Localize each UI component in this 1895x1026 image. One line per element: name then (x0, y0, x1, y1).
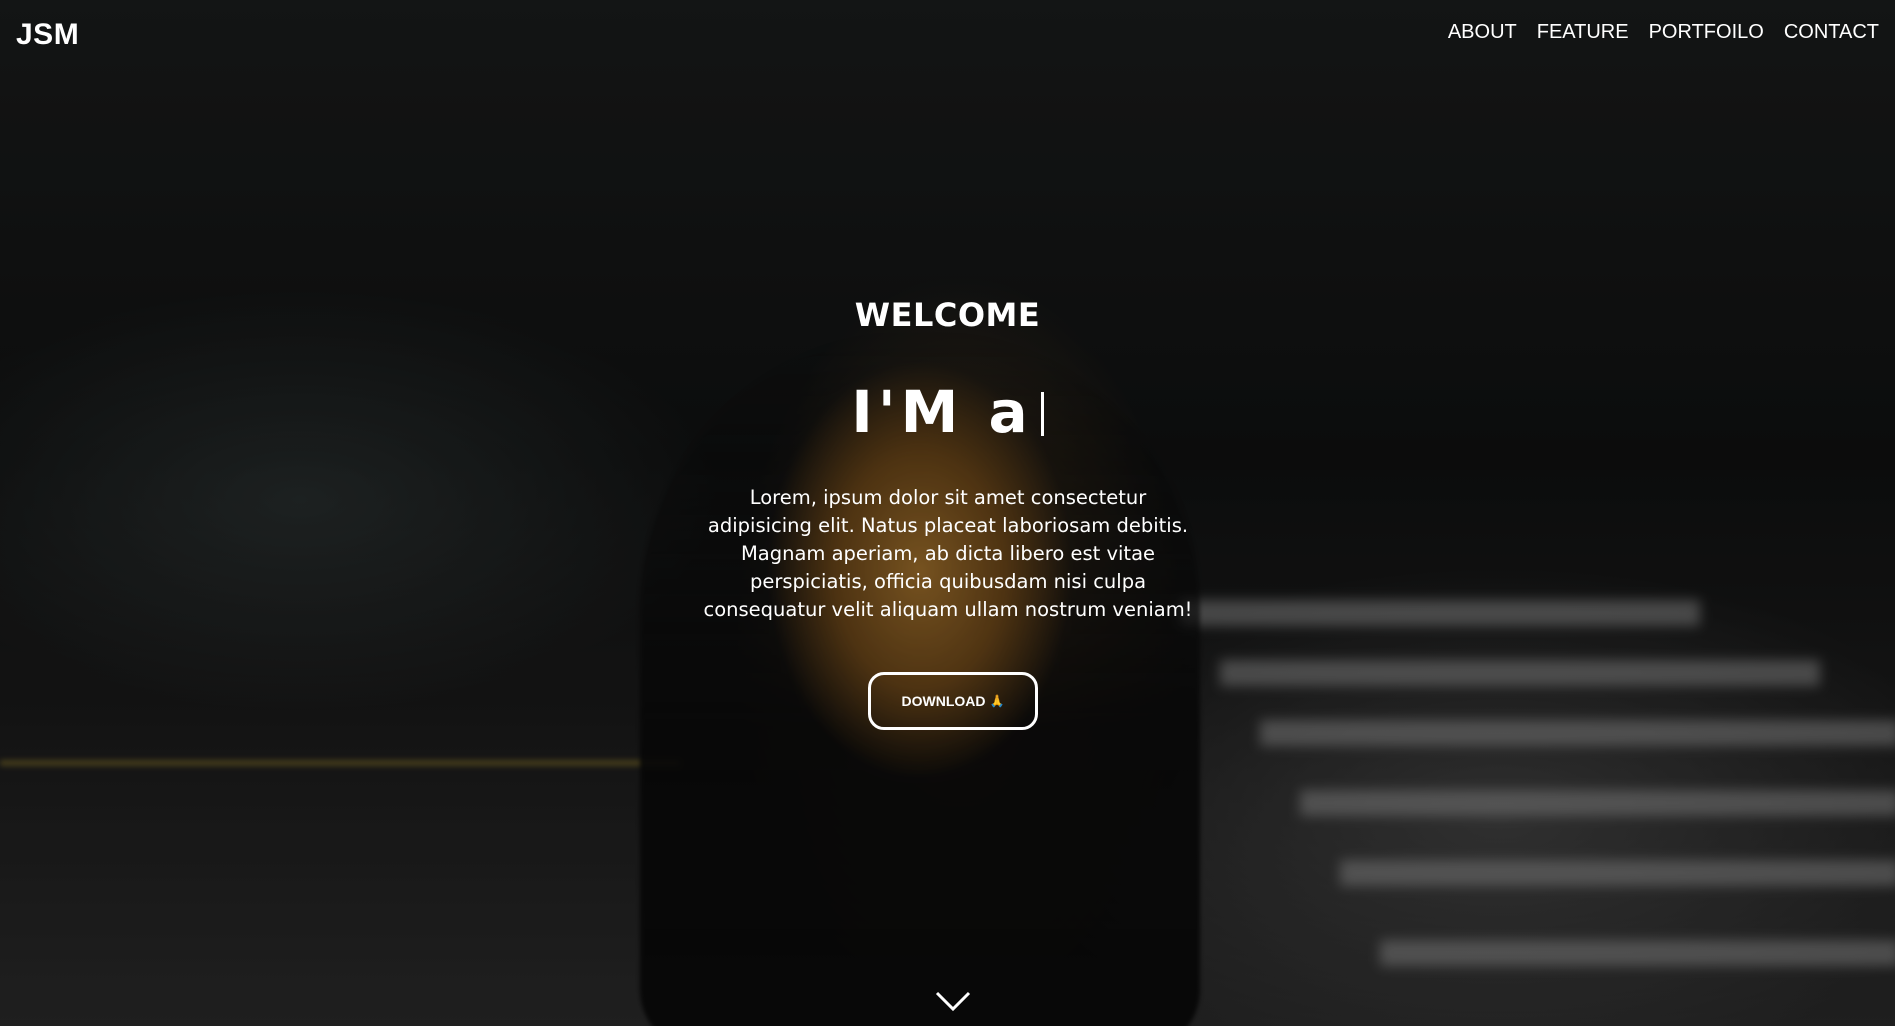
hero-description: Lorem, ipsum dolor sit amet consectetur … (703, 486, 1193, 621)
download-button-label: DOWNLOAD (901, 693, 986, 709)
typed-text: I'M a (851, 378, 1033, 446)
typed-tagline: I'M a (0, 378, 1895, 446)
pray-emoji-icon: 🙏 (989, 694, 1005, 708)
hero-section: JSM ABOUT FEATURE PORTFOILO CONTACT WELC… (0, 0, 1895, 1026)
typing-cursor (1040, 392, 1044, 436)
logo-link[interactable]: JSM (16, 18, 79, 52)
navbar: JSM ABOUT FEATURE PORTFOILO CONTACT (0, 0, 1895, 68)
nav-link-contact[interactable]: CONTACT (1784, 21, 1879, 44)
nav-link-feature[interactable]: FEATURE (1537, 21, 1629, 44)
nav-link-portfolio[interactable]: PORTFOILO (1649, 21, 1764, 44)
download-button[interactable]: DOWNLOAD 🙏 (868, 672, 1038, 730)
welcome-heading: WELCOME (854, 296, 1041, 334)
nav-link-about[interactable]: ABOUT (1448, 21, 1517, 44)
nav-links: ABOUT FEATURE PORTFOILO CONTACT (1448, 21, 1879, 44)
chevron-down-icon[interactable] (935, 990, 971, 1012)
